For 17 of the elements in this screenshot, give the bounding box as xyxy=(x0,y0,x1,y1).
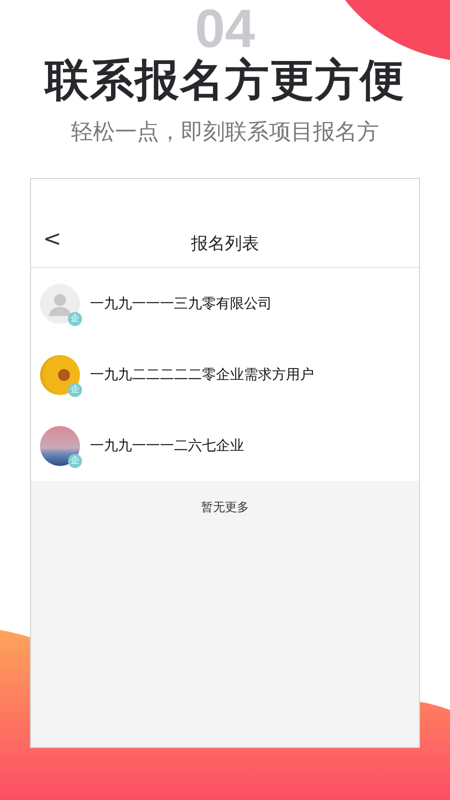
back-button[interactable]: < xyxy=(39,227,66,252)
company-name: 一九九一一一三九零有限公司 xyxy=(90,294,272,312)
no-more-text: 暂无更多 xyxy=(201,499,249,516)
company-name: 一九九二二二二二零企业需求方用户 xyxy=(90,366,314,384)
company-name: 一九九一一一二六七企业 xyxy=(90,436,244,454)
avatar-photo xyxy=(40,426,80,466)
promo-title: 联系报名方更方便 xyxy=(45,56,405,106)
enterprise-badge: 企 xyxy=(68,382,82,396)
enterprise-badge: 企 xyxy=(68,454,82,468)
list-item[interactable]: 企 一九九一一一三九零有限公司 xyxy=(31,268,419,339)
list-item[interactable]: 企 一九九一一一二六七企业 xyxy=(31,410,419,481)
promo-subtitle: 轻松一点，即刻联系项目报名方 xyxy=(71,119,379,147)
screen-title: 报名列表 xyxy=(191,232,259,254)
list-item[interactable]: 企 一九九二二二二二零企业需求方用户 xyxy=(31,339,419,410)
avatar-photo xyxy=(40,354,80,394)
user-silhouette-icon xyxy=(40,284,80,324)
enterprise-badge: 企 xyxy=(68,312,82,326)
